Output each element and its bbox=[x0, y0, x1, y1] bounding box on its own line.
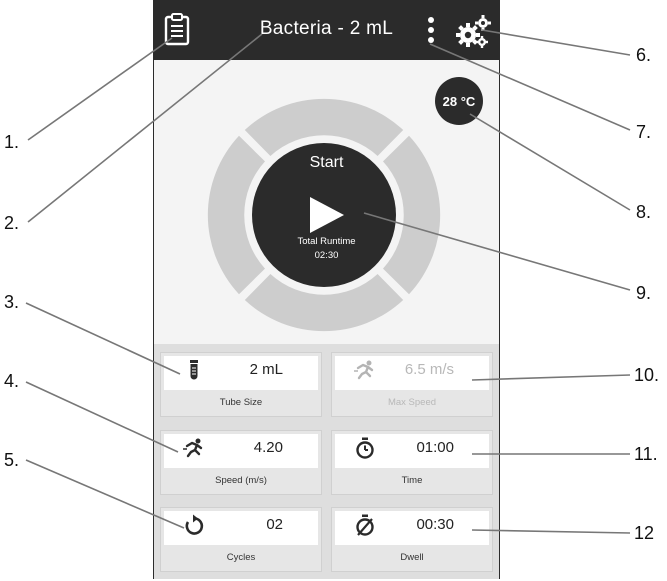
callout-10: 10. bbox=[634, 365, 660, 385]
gears-settings-icon[interactable] bbox=[456, 14, 492, 48]
dwell-card[interactable]: 00:30 Dwell bbox=[331, 507, 493, 572]
callout-8: 8. bbox=[636, 202, 652, 222]
runner-icon bbox=[183, 437, 205, 459]
time-card[interactable]: 01:00 Time bbox=[331, 430, 493, 495]
max-speed-label: Max Speed bbox=[387, 397, 437, 408]
settings-panel: 2 mL Tube Size 6.5 m/s Max Speed 4.20 Sp… bbox=[154, 344, 499, 579]
more-options-icon[interactable] bbox=[426, 16, 436, 46]
dwell-label: Dwell bbox=[400, 552, 424, 563]
speed-label: Speed (m/s) bbox=[215, 475, 267, 486]
page-title: Bacteria - 2 mL bbox=[259, 18, 394, 39]
callout-5: 5. bbox=[4, 450, 20, 470]
callout-2: 2. bbox=[4, 213, 20, 233]
time-value: 01:00 bbox=[416, 439, 454, 456]
callout-7: 7. bbox=[636, 122, 652, 142]
callout-9: 9. bbox=[636, 283, 652, 303]
speed-card[interactable]: 4.20 Speed (m/s) bbox=[160, 430, 322, 495]
max-speed-card: 6.5 m/s Max Speed bbox=[331, 352, 493, 417]
runner-icon bbox=[354, 359, 376, 381]
cycles-label: Cycles bbox=[226, 552, 256, 563]
tube-size-value: 2 mL bbox=[249, 361, 283, 378]
callout-6: 6. bbox=[636, 45, 652, 65]
max-speed-value: 6.5 m/s bbox=[404, 361, 454, 378]
tube-size-card[interactable]: 2 mL Tube Size bbox=[160, 352, 322, 417]
dwell-timer-icon bbox=[354, 514, 376, 536]
top-bar: Bacteria - 2 mL bbox=[154, 0, 499, 60]
callout-12: 12 bbox=[634, 523, 655, 543]
time-label: Time bbox=[401, 475, 423, 486]
cycles-value: 02 bbox=[266, 516, 283, 533]
callout-1: 1. bbox=[4, 132, 20, 152]
tube-icon bbox=[183, 359, 205, 381]
tube-size-label: Tube Size bbox=[219, 397, 263, 408]
speed-value: 4.20 bbox=[253, 439, 283, 456]
dwell-value: 00:30 bbox=[416, 516, 454, 533]
temperature-badge[interactable]: 28 °C bbox=[435, 77, 483, 125]
stopwatch-icon bbox=[354, 437, 376, 459]
app-screen: Bacteria - 2 mL Start Total Runtime 02:3… bbox=[153, 0, 500, 579]
callout-3: 3. bbox=[4, 292, 20, 312]
cycles-card[interactable]: 02 Cycles bbox=[160, 507, 322, 572]
control-wheel bbox=[207, 98, 441, 332]
cycle-icon bbox=[183, 514, 205, 536]
callout-4: 4. bbox=[4, 371, 20, 391]
callout-11: 11. bbox=[634, 444, 658, 464]
